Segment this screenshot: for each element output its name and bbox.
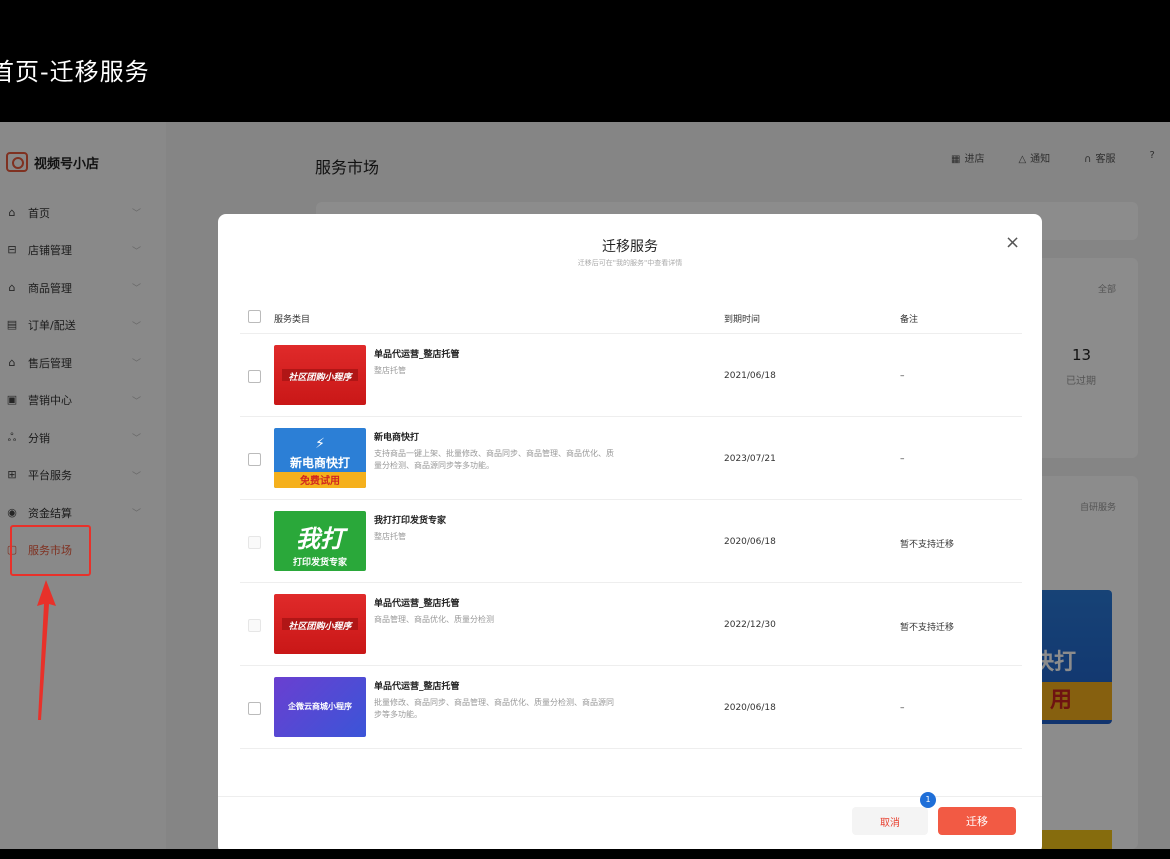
dialog-subtitle: 迁移后可在"我的服务"中查看详情 <box>577 259 683 267</box>
lightning-icon: ⚡ <box>315 436 325 452</box>
column-note: 备注 <box>900 315 919 325</box>
close-icon[interactable]: × <box>1005 232 1020 253</box>
service-thumbnail: ⚡ 新电商快打 免费试用 <box>274 428 366 488</box>
migrate-service-dialog: 迁移服务 迁移后可在"我的服务"中查看详情 × 服务类目 到期时间 备注 社区团… <box>218 214 1042 849</box>
row-note: – <box>900 703 905 713</box>
service-desc: 批量修改、商品同步、商品管理、商品优化、质量分检测、商品源同步等多功能。 <box>374 698 614 719</box>
table-row: 社区团购小程序 单品代运营_整店托管 整店托管 2021/06/18 – <box>240 335 1022 417</box>
thumbnail-subtext: 打印发货专家 <box>292 558 347 568</box>
expiry-date: 2020/06/18 <box>724 703 776 713</box>
table-row: 企微云商城小程序 单品代运营_整店托管 批量修改、商品同步、商品管理、商品优化、… <box>240 667 1022 749</box>
thumbnail-text: 企微云商城小程序 <box>288 702 352 711</box>
table-header: 服务类目 到期时间 备注 <box>240 300 1022 334</box>
service-name: 单品代运营_整店托管 <box>374 350 460 360</box>
annotation-arrow-icon <box>37 580 56 720</box>
table-row: 我打 打印发货专家 我打打印发货专家 整店托管 2020/06/18 暂不支持迁… <box>240 501 1022 583</box>
service-name: 我打打印发货专家 <box>374 516 447 526</box>
row-checkbox-disabled <box>248 536 261 549</box>
row-note: – <box>900 371 905 381</box>
top-caption-bar: 首页-迁移服务 <box>0 0 1170 122</box>
column-category: 服务类目 <box>274 315 311 325</box>
row-note: – <box>900 454 905 464</box>
dialog-footer: 取消 1 迁移 <box>218 792 1042 849</box>
service-desc: 支持商品一键上架、批量修改、商品同步、商品管理、商品优化、质量分检测、商品源同步… <box>374 449 614 470</box>
expiry-date: 2020/06/18 <box>724 537 776 547</box>
row-checkbox[interactable] <box>248 702 261 715</box>
service-name: 单品代运营_整店托管 <box>374 682 460 692</box>
expiry-date: 2023/07/21 <box>724 454 776 464</box>
table-row: ⚡ 新电商快打 免费试用 新电商快打 支持商品一键上架、批量修改、商品同步、商品… <box>240 418 1022 500</box>
service-desc: 整店托管 <box>374 532 406 541</box>
thumbnail-text: 社区团购小程序 <box>288 622 352 632</box>
service-name: 单品代运营_整店托管 <box>374 599 460 609</box>
service-thumbnail: 我打 打印发货专家 <box>274 511 366 571</box>
dialog-title: 迁移服务 <box>602 239 658 255</box>
thumbnail-text: 我打 <box>296 525 344 553</box>
table-row: 社区团购小程序 单品代运营_整店托管 商品管理、商品优化、质量分检测 2022/… <box>240 584 1022 666</box>
row-checkbox[interactable] <box>248 453 261 466</box>
cancel-button[interactable]: 取消 <box>852 807 928 835</box>
thumbnail-text: 社区团购小程序 <box>288 373 352 383</box>
select-all-checkbox[interactable] <box>248 310 261 323</box>
service-thumbnail: 社区团购小程序 <box>274 345 366 405</box>
service-thumbnail: 社区团购小程序 <box>274 594 366 654</box>
annotation-highlight-box <box>10 525 91 576</box>
row-note: 暂不支持迁移 <box>900 540 955 550</box>
service-desc: 整店托管 <box>374 366 406 375</box>
row-checkbox-disabled <box>248 619 261 632</box>
service-desc: 商品管理、商品优化、质量分检测 <box>374 615 494 624</box>
service-thumbnail: 企微云商城小程序 <box>274 677 366 737</box>
thumbnail-subtext: 免费试用 <box>274 472 366 488</box>
app-window: 视频号小店 ⌂ 首页 ﹀ ⊟ 店铺管理 ﹀ ⌂ 商品管理 ﹀ ▤ 订单/配送 ﹀ ⌂ 售后管理 ﹀ … <box>0 122 1170 849</box>
expiry-date: 2022/12/30 <box>724 620 776 630</box>
step-badge: 1 <box>920 792 936 808</box>
row-note: 暂不支持迁移 <box>900 623 955 633</box>
migrate-button[interactable]: 迁移 <box>938 807 1016 835</box>
bottom-bar <box>0 849 1170 859</box>
row-checkbox[interactable] <box>248 370 261 383</box>
column-expiry: 到期时间 <box>724 315 761 325</box>
service-name: 新电商快打 <box>374 433 420 443</box>
page-caption: 首页-迁移服务 <box>0 58 150 86</box>
thumbnail-text: 新电商快打 <box>289 456 350 470</box>
expiry-date: 2021/06/18 <box>724 371 776 381</box>
